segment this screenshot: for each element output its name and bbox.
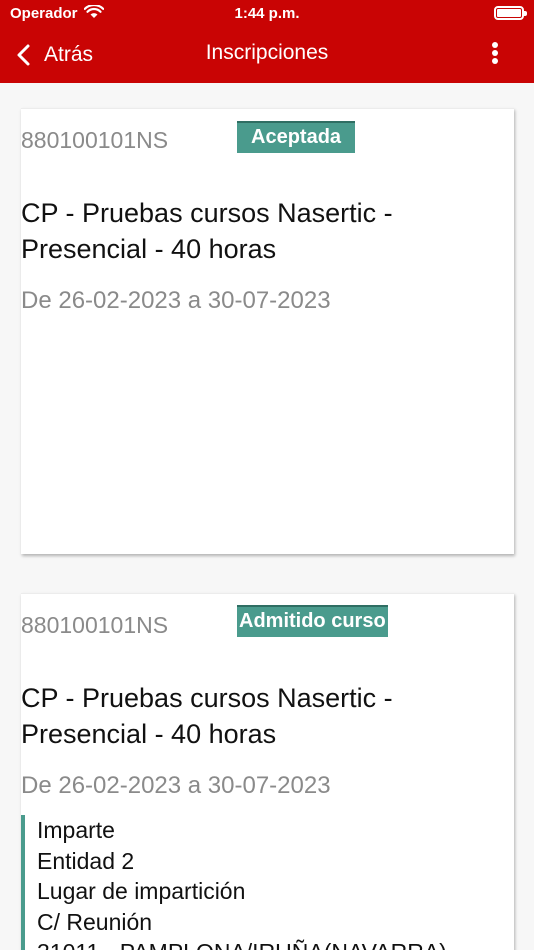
details-line: 31011 - PAMPLONA/IRUÑA(NAVARRA) [37, 937, 447, 950]
status-badge: Admitido curso [237, 605, 388, 637]
battery-icon [494, 6, 527, 20]
details-line: Lugar de impartición [37, 878, 246, 904]
back-button[interactable]: Atrás [12, 40, 93, 70]
course-dates: De 26-02-2023 a 30-07-2023 [21, 772, 331, 799]
registration-card[interactable]: 880100101NS Aceptada CP - Pruebas cursos… [21, 108, 514, 554]
more-vertical-icon [490, 42, 500, 64]
chevron-left-icon [17, 44, 30, 66]
back-label: Atrás [44, 43, 94, 66]
registration-code: 880100101NS [21, 127, 169, 153]
more-options-button[interactable] [490, 42, 500, 68]
registration-code: 880100101NS [21, 612, 169, 638]
top-bar: Operador 1:44 p.m. Atrás Inscripciones [0, 0, 534, 83]
status-bar: Operador 1:44 p.m. [0, 0, 534, 28]
clock: 1:44 p.m. [234, 5, 300, 22]
registration-card[interactable]: 880100101NS Admitido curso CP - Pruebas … [21, 593, 514, 950]
course-details: Imparte Entidad 2 Lugar de impartición C… [21, 815, 447, 950]
details-line: C/ Reunión [37, 908, 153, 935]
details-line: Imparte [37, 817, 115, 843]
course-title: CP - Pruebas cursos Nasertic - Presencia… [21, 198, 393, 264]
status-badge: Aceptada [237, 121, 356, 153]
course-dates: De 26-02-2023 a 30-07-2023 [21, 287, 331, 314]
details-line: Entidad 2 [37, 847, 135, 874]
course-title: CP - Pruebas cursos Nasertic - Presencia… [21, 683, 393, 749]
